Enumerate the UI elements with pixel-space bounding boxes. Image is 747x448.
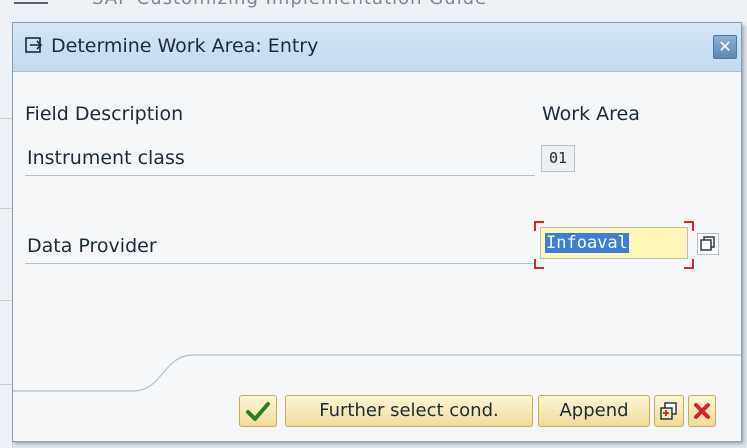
background-icon — [14, 2, 48, 18]
dialog-titlebar: Determine Work Area: Entry ✕ — [13, 23, 741, 72]
cancel-icon — [694, 403, 710, 419]
dialog-window: Determine Work Area: Entry ✕ Field Descr… — [12, 22, 742, 442]
dialog-title: Determine Work Area: Entry — [51, 35, 319, 57]
row-underline — [25, 175, 535, 176]
value-help-button[interactable] — [697, 233, 719, 255]
value-help-icon — [700, 236, 715, 251]
data-provider-value: Infoaval — [545, 233, 629, 253]
data-provider-input[interactable]: Infoaval — [540, 227, 688, 259]
row-underline — [25, 263, 535, 264]
work-area-header: Work Area — [542, 103, 640, 125]
instrument-class-value: 01 — [541, 145, 575, 172]
footer-divider — [13, 354, 741, 392]
dialog-entry-icon — [25, 37, 43, 53]
field-description-header: Field Description — [25, 103, 184, 125]
further-select-cond-button[interactable]: Further select cond. — [285, 395, 533, 427]
multiple-selection-button[interactable] — [654, 395, 684, 427]
data-provider-label: Data Provider — [27, 235, 157, 257]
checkmark-icon — [246, 402, 270, 421]
cancel-button[interactable] — [688, 395, 716, 427]
instrument-class-label: Instrument class — [27, 147, 185, 169]
background-title-text: SAP Customizing Implementation Guide — [92, 0, 487, 9]
close-button[interactable]: ✕ — [713, 35, 737, 59]
append-button[interactable]: Append — [538, 395, 650, 427]
required-marker — [534, 259, 544, 269]
continue-button[interactable] — [239, 395, 277, 427]
data-provider-field-wrapper: Infoaval — [534, 221, 694, 269]
multiple-selection-icon — [660, 402, 677, 420]
required-marker — [684, 259, 694, 269]
close-icon: ✕ — [718, 37, 732, 56]
